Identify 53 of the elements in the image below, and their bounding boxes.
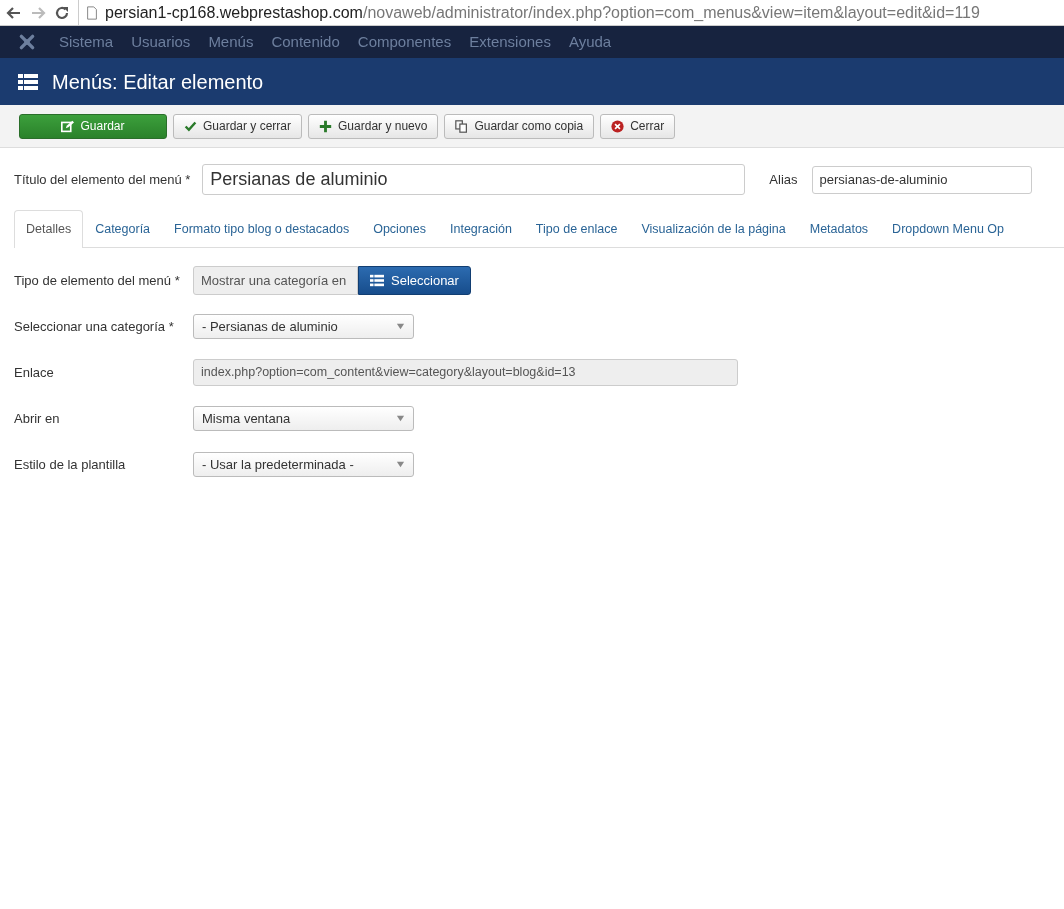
tab[interactable]: Tipo de enlace bbox=[523, 210, 630, 248]
page-icon bbox=[85, 4, 99, 21]
link-field: index.php?option=com_content&view=category&layout=blog&id=13 bbox=[193, 359, 738, 387]
menu-item[interactable]: Menús bbox=[199, 30, 263, 54]
dropdown[interactable]: - Persianas de aluminio bbox=[193, 314, 414, 340]
logo-icon bbox=[18, 33, 36, 51]
menu-item[interactable]: Usuarios bbox=[122, 30, 200, 54]
tab[interactable]: Detalles bbox=[14, 210, 84, 248]
toolbar-button[interactable]: Cerrar bbox=[600, 113, 676, 139]
menu-item[interactable]: Contenido bbox=[262, 30, 349, 54]
dropdown[interactable]: - Usar la predeterminada - bbox=[193, 452, 414, 478]
address-bar-url[interactable]: persian1-cp168.webprestashop.com/novaweb/administrator/index.php?option=com_menus&view=item&layout=edit&id=119 bbox=[105, 0, 980, 25]
alias-input[interactable]: persianas-de-aluminio bbox=[811, 165, 1032, 194]
caret-icon bbox=[396, 414, 405, 424]
page-title: Menús: Editar elemento bbox=[52, 69, 264, 94]
back-icon bbox=[6, 4, 22, 21]
toolbar-button[interactable]: Guardar y cerrar bbox=[173, 113, 303, 139]
edit-icon bbox=[61, 119, 75, 133]
menu-item[interactable]: Componentes bbox=[348, 30, 461, 54]
tab[interactable]: Visualización de la página bbox=[629, 210, 798, 248]
list-icon bbox=[18, 72, 38, 91]
tab[interactable]: Opciones bbox=[361, 210, 438, 248]
close-icon bbox=[611, 119, 625, 133]
tab[interactable]: Dropdown Menu Op bbox=[880, 210, 1016, 248]
field-label: Enlace bbox=[14, 364, 55, 382]
copy-icon bbox=[455, 119, 469, 133]
reload-icon bbox=[54, 4, 70, 21]
tab[interactable]: Integración bbox=[438, 210, 524, 248]
menu-item[interactable]: Sistema bbox=[50, 30, 123, 54]
tab[interactable]: Formato tipo blog o destacados bbox=[162, 210, 362, 248]
toolbar-button[interactable]: Guardar como copia bbox=[444, 113, 595, 139]
check-icon bbox=[184, 119, 197, 133]
toolbar-button[interactable]: Guardar bbox=[19, 113, 167, 139]
field-label: Alias bbox=[769, 170, 798, 189]
menu-type-field[interactable]: Mostrar una categoría en bbox=[193, 266, 358, 296]
title-input[interactable]: Persianas de aluminio bbox=[202, 164, 746, 195]
select-button[interactable]: Seleccionar bbox=[358, 266, 471, 296]
field-label: Seleccionar una categoría * bbox=[14, 318, 175, 336]
toolbar-button[interactable]: Guardar y nuevo bbox=[308, 113, 439, 139]
caret-icon bbox=[396, 460, 405, 470]
field-label: Abrir en bbox=[14, 410, 61, 428]
dropdown[interactable]: Misma ventana bbox=[193, 406, 414, 432]
field-label: Estilo de la plantilla bbox=[14, 456, 127, 474]
field-label: Título del elemento del menú * bbox=[14, 170, 191, 189]
plus-icon bbox=[319, 119, 333, 133]
list-icon bbox=[370, 274, 384, 288]
forward-icon bbox=[30, 4, 46, 21]
tab[interactable]: Metadatos bbox=[797, 210, 881, 248]
menu-item[interactable]: Ayuda bbox=[559, 30, 621, 54]
field-label: Tipo de elemento del menú * bbox=[14, 272, 181, 290]
caret-icon bbox=[396, 322, 405, 332]
menu-item[interactable]: Extensiones bbox=[460, 30, 560, 54]
tab[interactable]: Categoría bbox=[83, 210, 163, 248]
